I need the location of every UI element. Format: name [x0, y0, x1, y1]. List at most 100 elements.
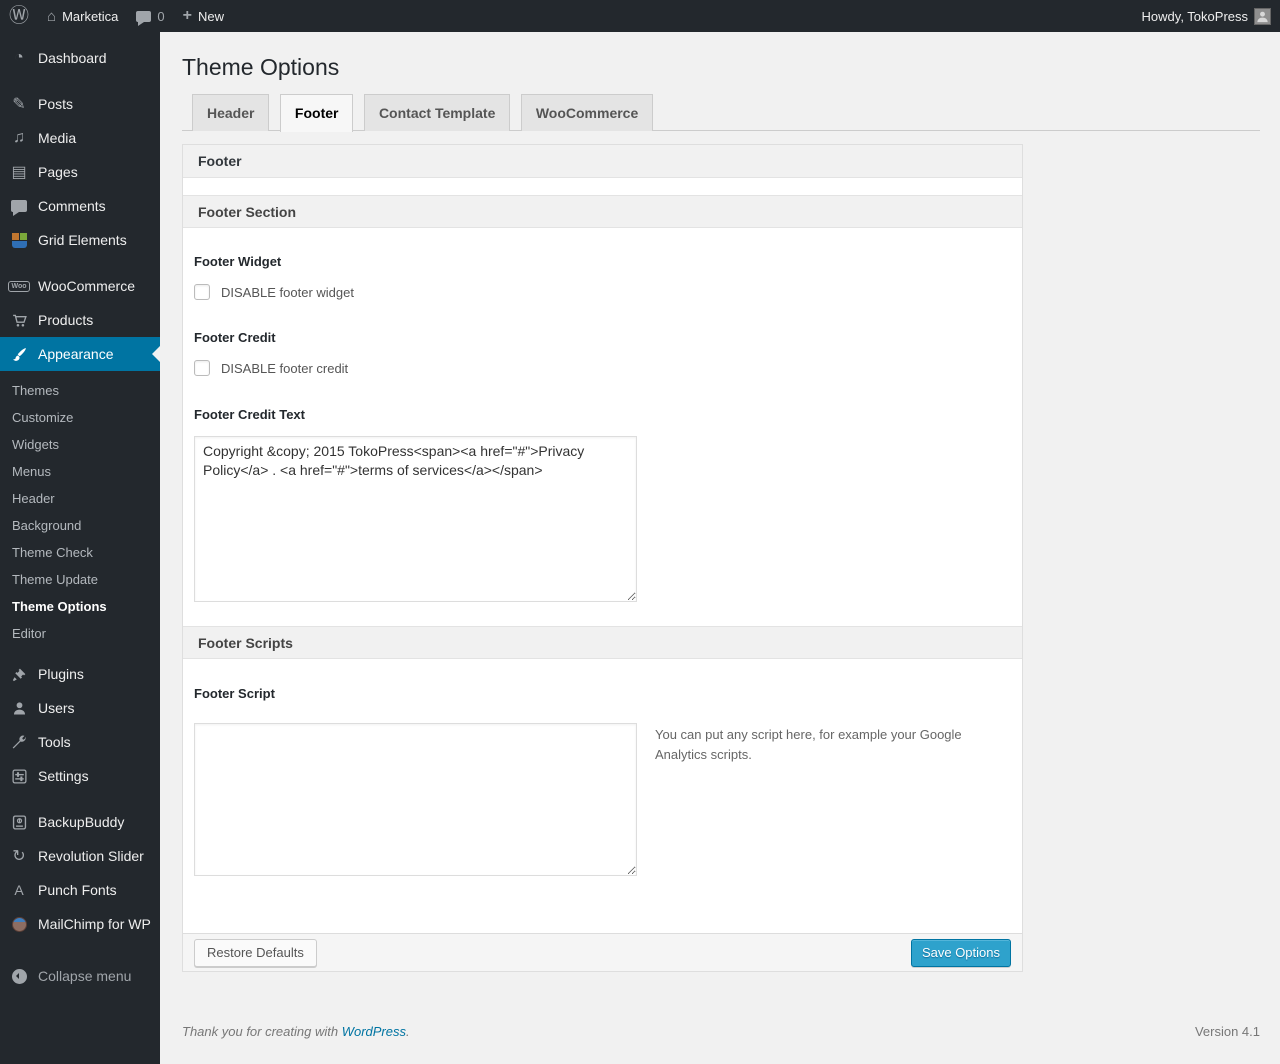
sidebar-item-media[interactable]: ♫ Media — [0, 121, 160, 155]
footer-section-body: Footer Widget DISABLE footer widget Foot… — [183, 228, 1022, 626]
sidebar-item-appearance[interactable]: Appearance — [0, 337, 160, 371]
howdy-account-menu[interactable]: Howdy, TokoPress — [1133, 0, 1280, 32]
footer-credit-checkbox-row: DISABLE footer credit — [194, 360, 1007, 376]
pushpin-icon: ✎ — [12, 96, 26, 113]
version-label: Version 4.1 — [1194, 1024, 1260, 1039]
sidebar-item-label: MailChimp for WP — [38, 916, 151, 932]
admin-bar-spacer — [233, 0, 1133, 32]
wordpress-admin-screen: Ⓦ ⌂ Marketica 0 + New Howdy, TokoPress ◔… — [0, 0, 1280, 1064]
tab-contact-template[interactable]: Contact Template — [363, 94, 511, 131]
footer-credit-label: Footer Credit — [194, 330, 276, 345]
submenu-item-background[interactable]: Background — [0, 512, 160, 539]
submenu-item-header[interactable]: Header — [0, 485, 160, 512]
menu-separator — [0, 941, 160, 953]
new-content-menu[interactable]: + New — [174, 0, 233, 32]
sidebar-item-backupbuddy[interactable]: BackupBuddy — [0, 805, 160, 839]
section-header-footer-scripts: Footer Scripts — [183, 626, 1022, 659]
section-title: Footer Scripts — [198, 634, 293, 651]
footer-script-textarea[interactable] — [194, 723, 637, 876]
sidebar-item-label: Settings — [38, 768, 89, 784]
menu-separator — [0, 75, 160, 87]
footer-credit-text-textarea[interactable]: Copyright &copy; 2015 TokoPress<span><a … — [194, 436, 637, 602]
submenu-item-themes[interactable]: Themes — [0, 377, 160, 404]
group-title: Footer — [198, 153, 242, 169]
submenu-item-menus[interactable]: Menus — [0, 458, 160, 485]
footer-widget-label: Footer Widget — [194, 254, 282, 269]
wordpress-logo-menu[interactable]: Ⓦ — [0, 0, 38, 32]
sidebar-item-punch-fonts[interactable]: A Punch Fonts — [0, 873, 160, 907]
submenu-item-theme-options[interactable]: Theme Options — [0, 593, 160, 620]
sidebar-item-grid-elements[interactable]: Grid Elements — [0, 223, 160, 257]
sidebar-item-products[interactable]: Products — [0, 303, 160, 337]
panel-action-bar: Restore Defaults Save Options — [183, 933, 1022, 971]
wordpress-link[interactable]: WordPress — [342, 1024, 406, 1039]
sidebar-item-label: Plugins — [38, 666, 84, 682]
sidebar-item-label: Punch Fonts — [38, 882, 117, 898]
sidebar-item-label: Pages — [38, 164, 78, 180]
sidebar-item-woocommerce[interactable]: Woo WooCommerce — [0, 269, 160, 303]
tab-header[interactable]: Header — [192, 94, 270, 131]
disable-footer-widget-checkbox[interactable] — [194, 284, 210, 300]
sidebar-item-pages[interactable]: ▤ Pages — [0, 155, 160, 189]
pages-icon: ▤ — [11, 164, 27, 181]
main-layout: ◔ Dashboard ✎ Posts ♫ Media ▤ Pages Comm… — [0, 32, 1280, 1064]
save-options-button[interactable]: Save Options — [910, 938, 1011, 967]
disable-footer-credit-label[interactable]: DISABLE footer credit — [221, 361, 348, 376]
thanks-prefix: Thank you for creating with — [182, 1024, 342, 1039]
submenu-item-customize[interactable]: Customize — [0, 404, 160, 431]
content-area: Theme Options Header Footer Contact Temp… — [160, 32, 1280, 1064]
sidebar-item-label: Tools — [38, 734, 71, 750]
sidebar-item-users[interactable]: Users — [0, 691, 160, 725]
sidebar-item-comments[interactable]: Comments — [0, 189, 160, 223]
comment-count: 0 — [157, 8, 165, 24]
submenu-item-theme-update[interactable]: Theme Update — [0, 566, 160, 593]
footer-script-help-text: You can put any script here, for example… — [655, 727, 962, 763]
sidebar-item-revolution-slider[interactable]: ↻ Revolution Slider — [0, 839, 160, 873]
admin-sidebar-menu: ◔ Dashboard ✎ Posts ♫ Media ▤ Pages Comm… — [0, 32, 160, 1064]
media-icon: ♫ — [13, 129, 25, 146]
tab-woocommerce[interactable]: WooCommerce — [520, 94, 654, 131]
footer-script-label: Footer Script — [194, 686, 275, 701]
dashboard-icon: ◔ — [14, 49, 24, 66]
menu-separator — [0, 793, 160, 805]
collapse-menu-button[interactable]: Collapse menu — [0, 959, 160, 993]
footer-widget-checkbox-row: DISABLE footer widget — [194, 284, 1007, 300]
new-label: New — [198, 8, 225, 24]
sidebar-item-posts[interactable]: ✎ Posts — [0, 87, 160, 121]
sidebar-item-mailchimp[interactable]: MailChimp for WP — [0, 907, 160, 941]
cart-icon — [8, 312, 30, 329]
sidebar-item-label: Posts — [38, 96, 74, 112]
site-name-label: Marketica — [62, 8, 119, 24]
menu-separator — [0, 257, 160, 269]
appearance-submenu: Themes Customize Widgets Menus Header Ba… — [0, 371, 160, 657]
tab-footer[interactable]: Footer — [279, 94, 354, 132]
brush-icon — [8, 346, 30, 363]
submenu-item-theme-check[interactable]: Theme Check — [0, 539, 160, 566]
submenu-item-editor[interactable]: Editor — [0, 620, 160, 647]
sidebar-item-dashboard[interactable]: ◔ Dashboard — [0, 41, 160, 75]
collapse-arrow-icon — [8, 968, 30, 984]
restore-defaults-button[interactable]: Restore Defaults — [194, 938, 317, 967]
disable-footer-credit-checkbox[interactable] — [194, 360, 210, 376]
footer-credit-text-label: Footer Credit Text — [194, 407, 305, 422]
comments-admin-bar-link[interactable]: 0 — [127, 0, 173, 32]
avatar — [1254, 7, 1271, 25]
sidebar-item-settings[interactable]: Settings — [0, 759, 160, 793]
sidebar-item-plugins[interactable]: Plugins — [0, 657, 160, 691]
sliders-icon — [8, 768, 30, 785]
sidebar-item-label: Comments — [38, 198, 106, 214]
site-name-link[interactable]: ⌂ Marketica — [38, 0, 127, 32]
admin-footer: Thank you for creating with WordPress. V… — [182, 1024, 1260, 1039]
page-title: Theme Options — [182, 54, 340, 80]
user-icon — [8, 700, 30, 717]
sidebar-item-label: WooCommerce — [38, 278, 135, 294]
sidebar-item-label: Products — [38, 312, 94, 328]
submenu-item-widgets[interactable]: Widgets — [0, 431, 160, 458]
wordpress-logo-icon: Ⓦ — [9, 5, 29, 27]
nav-tab-wrapper: Header Footer Contact Template WooCommer… — [182, 94, 1260, 132]
sidebar-item-label: Media — [38, 130, 77, 146]
drive-icon — [8, 814, 30, 831]
footer-scripts-body: Footer Script You can put any script her… — [183, 659, 1022, 933]
disable-footer-widget-label[interactable]: DISABLE footer widget — [221, 285, 354, 300]
sidebar-item-tools[interactable]: Tools — [0, 725, 160, 759]
